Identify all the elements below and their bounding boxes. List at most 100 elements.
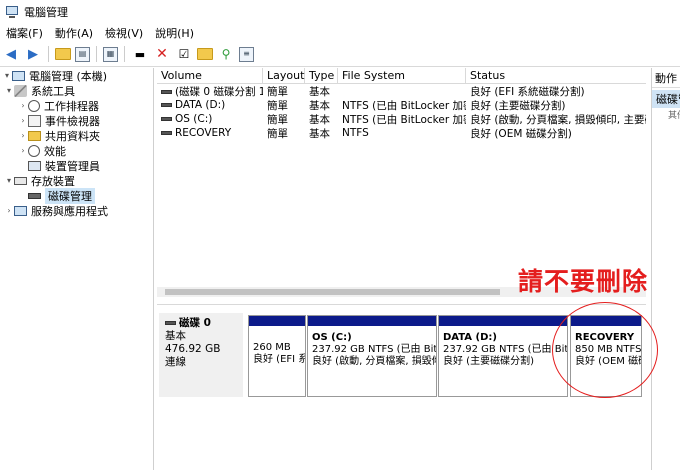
- annotation-text: 請不要刪除: [518, 267, 649, 296]
- partition-size: 237.92 GB NTFS (已由 BitLocker: [443, 344, 567, 355]
- checklist-icon[interactable]: ☑: [175, 45, 193, 63]
- tree-item-event-viewer[interactable]: › 事件檢視器: [0, 113, 153, 128]
- tree-expander[interactable]: ›: [18, 131, 28, 140]
- storage-icon: [14, 176, 27, 185]
- tree-item-task-scheduler[interactable]: › 工作排程器: [0, 98, 153, 113]
- annotation-circle: [552, 302, 658, 398]
- tree-expander[interactable]: ▾: [4, 176, 14, 185]
- disk-0-label[interactable]: 磁碟 0 基本 476.92 GB 連線: [159, 313, 243, 397]
- disk-status: 連線: [165, 356, 186, 368]
- layout-cell: 簡單: [267, 113, 288, 126]
- tools-icon: [14, 84, 27, 97]
- partition-status: 良好 (EFI 系統: [253, 354, 305, 365]
- layout-cell: 簡單: [267, 99, 288, 112]
- tree-item-storage[interactable]: ▾ 存放裝置: [0, 173, 153, 188]
- volume-cell: OS (C:): [157, 113, 263, 125]
- tree-item-label: 工作排程器: [44, 99, 99, 113]
- search-icon[interactable]: ⚲: [217, 45, 235, 63]
- services-icon: [14, 205, 27, 216]
- tree-item-device-manager[interactable]: 裝置管理員: [0, 158, 153, 173]
- tree-expander[interactable]: ▾: [2, 71, 12, 80]
- type-cell: 基本: [309, 113, 330, 126]
- scrollbar-thumb[interactable]: [165, 289, 500, 295]
- console-tree-icon[interactable]: ▤: [75, 46, 90, 62]
- table-row[interactable]: RECOVERY 簡單 基本 NTFS 良好 (OEM 磁碟分割): [157, 126, 646, 140]
- performance-icon: [28, 144, 40, 157]
- tree-item-label: 系統工具: [31, 84, 75, 98]
- column-header-volume[interactable]: Volume: [157, 68, 263, 83]
- tree-item-label: 裝置管理員: [45, 159, 100, 173]
- connect-disk-icon[interactable]: ▬: [131, 45, 149, 63]
- partition-efi[interactable]: 260 MB 良好 (EFI 系統: [248, 315, 306, 397]
- type-cell: 基本: [309, 127, 330, 140]
- toolbar-separator: [96, 46, 97, 62]
- partition-data[interactable]: DATA (D:) 237.92 GB NTFS (已由 BitLocker 良…: [438, 315, 568, 397]
- partition-name: OS (C:): [312, 332, 352, 343]
- menu-action[interactable]: 動作(A): [49, 25, 99, 41]
- tree-expander[interactable]: ›: [4, 206, 14, 215]
- tree-item-services-applications[interactable]: › 服務與應用程式: [0, 203, 153, 218]
- table-row[interactable]: (磁碟 0 磁碟分割 1) 簡單 基本 良好 (EFI 系統磁碟分割): [157, 84, 646, 98]
- toolbar-separator: [124, 46, 125, 62]
- folder-up-icon[interactable]: [197, 48, 213, 60]
- table-row[interactable]: OS (C:) 簡單 基本 NTFS (已由 BitLocker 加密) 良好 …: [157, 112, 646, 126]
- shared-folder-icon: [28, 130, 41, 141]
- status-cell: 良好 (啟動, 分頁檔案, 損毀傾印, 主要磁碟分割): [470, 113, 646, 126]
- partition-bar: [439, 316, 567, 326]
- tree-item-label: 效能: [44, 144, 66, 158]
- menu-bar: 檔案(F) 動作(A) 檢視(V) 說明(H): [0, 24, 680, 42]
- volume-cell: DATA (D:): [157, 99, 263, 111]
- actions-pane: 動作 磁碟管理 其他動作: [651, 68, 680, 470]
- computer-management-icon: [5, 5, 19, 19]
- table-row[interactable]: DATA (D:) 簡單 基本 NTFS (已由 BitLocker 加密) 良…: [157, 98, 646, 112]
- volume-name: DATA (D:): [175, 99, 226, 111]
- delete-icon[interactable]: ✕: [153, 45, 171, 63]
- tree-expander[interactable]: ›: [18, 101, 28, 110]
- tree-item-performance[interactable]: › 效能: [0, 143, 153, 158]
- tree-expander[interactable]: ›: [18, 116, 28, 125]
- up-folder-icon[interactable]: [55, 48, 71, 60]
- tree-expander[interactable]: ›: [18, 146, 28, 155]
- column-header-type[interactable]: Type: [305, 68, 338, 83]
- tree-item-label: 磁碟管理: [45, 187, 95, 204]
- tree-item-computer-management[interactable]: ▾ 電腦管理 (本機): [0, 68, 153, 83]
- tree-expander[interactable]: ▾: [4, 86, 14, 95]
- file-system-cell: NTFS: [342, 127, 369, 139]
- partition-body: DATA (D:) 237.92 GB NTFS (已由 BitLocker 良…: [439, 326, 567, 374]
- menu-view[interactable]: 檢視(V): [99, 25, 149, 41]
- device-manager-icon: [28, 160, 41, 171]
- volume-icon: [161, 131, 172, 135]
- file-system-cell: NTFS (已由 BitLocker 加密): [342, 113, 466, 126]
- refresh-icon[interactable]: ▦: [103, 46, 118, 62]
- actions-more[interactable]: 其他動作: [652, 108, 680, 120]
- partition-body: 260 MB 良好 (EFI 系統: [249, 326, 305, 372]
- partition-size: 260 MB: [253, 342, 291, 353]
- column-header-file-system[interactable]: File System: [338, 68, 466, 83]
- tree-item-system-tools[interactable]: ▾ 系統工具: [0, 83, 153, 98]
- tree-item-label: 事件檢視器: [45, 114, 100, 128]
- details-icon[interactable]: ≡: [239, 46, 254, 62]
- column-header-layout[interactable]: Layout: [263, 68, 305, 83]
- partition-bar: [249, 316, 305, 326]
- actions-disk-management[interactable]: 磁碟管理: [652, 90, 680, 108]
- status-cell: 良好 (主要磁碟分割): [470, 99, 566, 112]
- menu-file[interactable]: 檔案(F): [0, 25, 49, 41]
- tree-item-shared-folders[interactable]: › 共用資料夾: [0, 128, 153, 143]
- partition-name: DATA (D:): [443, 332, 497, 343]
- volume-name: RECOVERY: [175, 127, 232, 139]
- volume-icon: [161, 103, 172, 107]
- computer-icon: [12, 70, 25, 81]
- disk-size: 476.92 GB: [165, 343, 221, 355]
- menu-help[interactable]: 說明(H): [149, 25, 200, 41]
- column-header-status[interactable]: Status: [466, 68, 646, 83]
- partition-os[interactable]: OS (C:) 237.92 GB NTFS (已由 BitLocker 良好 …: [307, 315, 437, 397]
- partition-status: 良好 (啟動, 分頁檔案, 損毀傾印: [312, 356, 436, 367]
- partition-bar: [308, 316, 436, 326]
- forward-arrow-icon[interactable]: ▶: [24, 45, 42, 63]
- back-arrow-icon[interactable]: ◀: [2, 45, 20, 63]
- file-system-cell: NTFS (已由 BitLocker 加密): [342, 99, 466, 112]
- tree-item-disk-management[interactable]: 磁碟管理: [0, 187, 153, 204]
- layout-cell: 簡單: [267, 85, 288, 98]
- type-cell: 基本: [309, 99, 330, 112]
- volume-name: OS (C:): [175, 113, 213, 125]
